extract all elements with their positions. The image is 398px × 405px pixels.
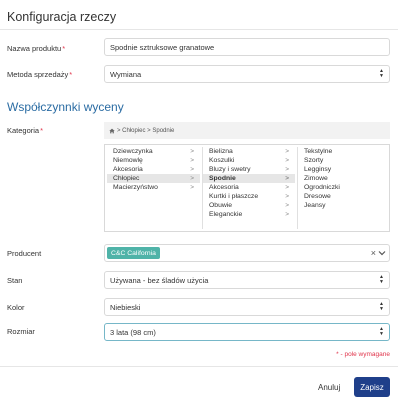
- product-name-value: Spodnie sztruksowe granatowe: [110, 42, 215, 52]
- category-item[interactable]: Obuwie >: [203, 201, 295, 210]
- color-select[interactable]: Niebieski ▲ ▼: [104, 298, 390, 316]
- category-item[interactable]: Zimowe: [298, 174, 389, 183]
- breadcrumb-path: > Chłopiec > Spodnie: [117, 127, 175, 134]
- category-item[interactable]: Jeansy: [298, 201, 389, 210]
- sale-method-label: Metoda sprzedaży*: [7, 70, 73, 79]
- size-select[interactable]: 3 lata (98 cm) ▲ ▼: [104, 323, 390, 341]
- chevron-right-icon: >: [285, 211, 289, 218]
- cancel-button[interactable]: Anuluj: [318, 377, 340, 397]
- category-item[interactable]: Niemowlę >: [107, 156, 200, 165]
- modal-title: Konfiguracja rzeczy: [7, 10, 117, 24]
- chevron-right-icon: >: [285, 157, 289, 164]
- chevron-right-icon: >: [285, 184, 289, 191]
- product-name-input[interactable]: Spodnie sztruksowe granatowe: [104, 38, 390, 56]
- category-item[interactable]: Macierzyństwo >: [107, 183, 200, 192]
- category-item[interactable]: Koszulki >: [203, 156, 295, 165]
- chevron-right-icon: >: [190, 175, 194, 182]
- category-item[interactable]: Bluzy i swetry >: [203, 165, 295, 174]
- category-item[interactable]: Ogrodniczki: [298, 183, 389, 192]
- producer-tag[interactable]: C&C California: [107, 247, 160, 259]
- category-item[interactable]: Akcesoria >: [107, 165, 200, 174]
- category-item-selected[interactable]: Chłopiec >: [107, 174, 200, 183]
- category-item[interactable]: Legginsy: [298, 165, 389, 174]
- size-label: Rozmiar: [7, 327, 35, 336]
- category-column-1: Dziewczynka > Niemowlę > Akcesoria > Chłopi…: [107, 147, 200, 229]
- product-name-label: Nazwa produktu*: [7, 44, 66, 53]
- sort-arrows-icon: ▲ ▼: [379, 274, 384, 285]
- category-item[interactable]: Dziewczynka >: [107, 147, 200, 156]
- sale-method-value: Wymiana: [110, 69, 142, 79]
- chevron-right-icon: >: [285, 148, 289, 155]
- category-item[interactable]: Eleganckie >: [203, 210, 295, 219]
- category-item[interactable]: Akcesoria >: [203, 183, 295, 192]
- condition-value: Używana - bez śladów użycia: [110, 275, 209, 285]
- save-button[interactable]: Zapisz: [354, 377, 390, 397]
- sort-arrows-icon: ▲ ▼: [379, 326, 384, 337]
- chevron-right-icon: >: [285, 202, 289, 209]
- color-label: Kolor: [7, 303, 25, 312]
- chevron-right-icon: >: [285, 175, 289, 182]
- category-item-selected[interactable]: Spodnie >: [203, 174, 295, 183]
- category-label: Kategoria*: [7, 126, 44, 135]
- sale-method-select[interactable]: Wymiana ▲ ▼: [104, 65, 390, 83]
- producer-tag-input[interactable]: C&C California ×: [104, 244, 390, 262]
- category-column-2: Bielizna > Koszulki > Bluzy i swetry > Spod…: [202, 147, 295, 229]
- category-item[interactable]: Kurtki i płaszcze >: [203, 192, 295, 201]
- chevron-right-icon: >: [285, 166, 289, 173]
- footer-divider: [0, 366, 398, 367]
- category-breadcrumb: > Chłopiec > Spodnie: [104, 122, 390, 139]
- sort-arrows-icon: ▲ ▼: [379, 301, 384, 312]
- chevron-right-icon: >: [285, 193, 289, 200]
- header-divider: [0, 29, 398, 30]
- required-fields-note: * - pole wymagane: [336, 351, 390, 358]
- chevron-right-icon: >: [190, 184, 194, 191]
- chevron-right-icon: >: [190, 166, 194, 173]
- size-value: 3 lata (98 cm): [110, 327, 156, 337]
- color-value: Niebieski: [110, 302, 141, 312]
- chevron-right-icon: >: [190, 148, 194, 155]
- section-title: Współczynnki wyceny: [7, 100, 124, 114]
- category-item[interactable]: Dresowe: [298, 192, 389, 201]
- condition-select[interactable]: Używana - bez śladów użycia ▲ ▼: [104, 271, 390, 289]
- home-icon[interactable]: [109, 128, 115, 134]
- producer-label: Producent: [7, 249, 42, 258]
- category-picker: Dziewczynka > Niemowlę > Akcesoria > Chłopi…: [104, 144, 390, 232]
- sort-arrows-icon: ▲ ▼: [379, 68, 384, 79]
- category-item[interactable]: Bielizna >: [203, 147, 295, 156]
- chevron-right-icon: >: [190, 157, 194, 164]
- category-item[interactable]: Tekstylne: [298, 147, 389, 156]
- condition-label: Stan: [7, 276, 23, 285]
- chevron-down-icon[interactable]: [378, 248, 386, 258]
- category-item[interactable]: Szorty: [298, 156, 389, 165]
- category-column-3: Tekstylne Szorty Legginsy Zimowe Ogrodni…: [297, 147, 389, 229]
- clear-icon[interactable]: ×: [371, 247, 376, 259]
